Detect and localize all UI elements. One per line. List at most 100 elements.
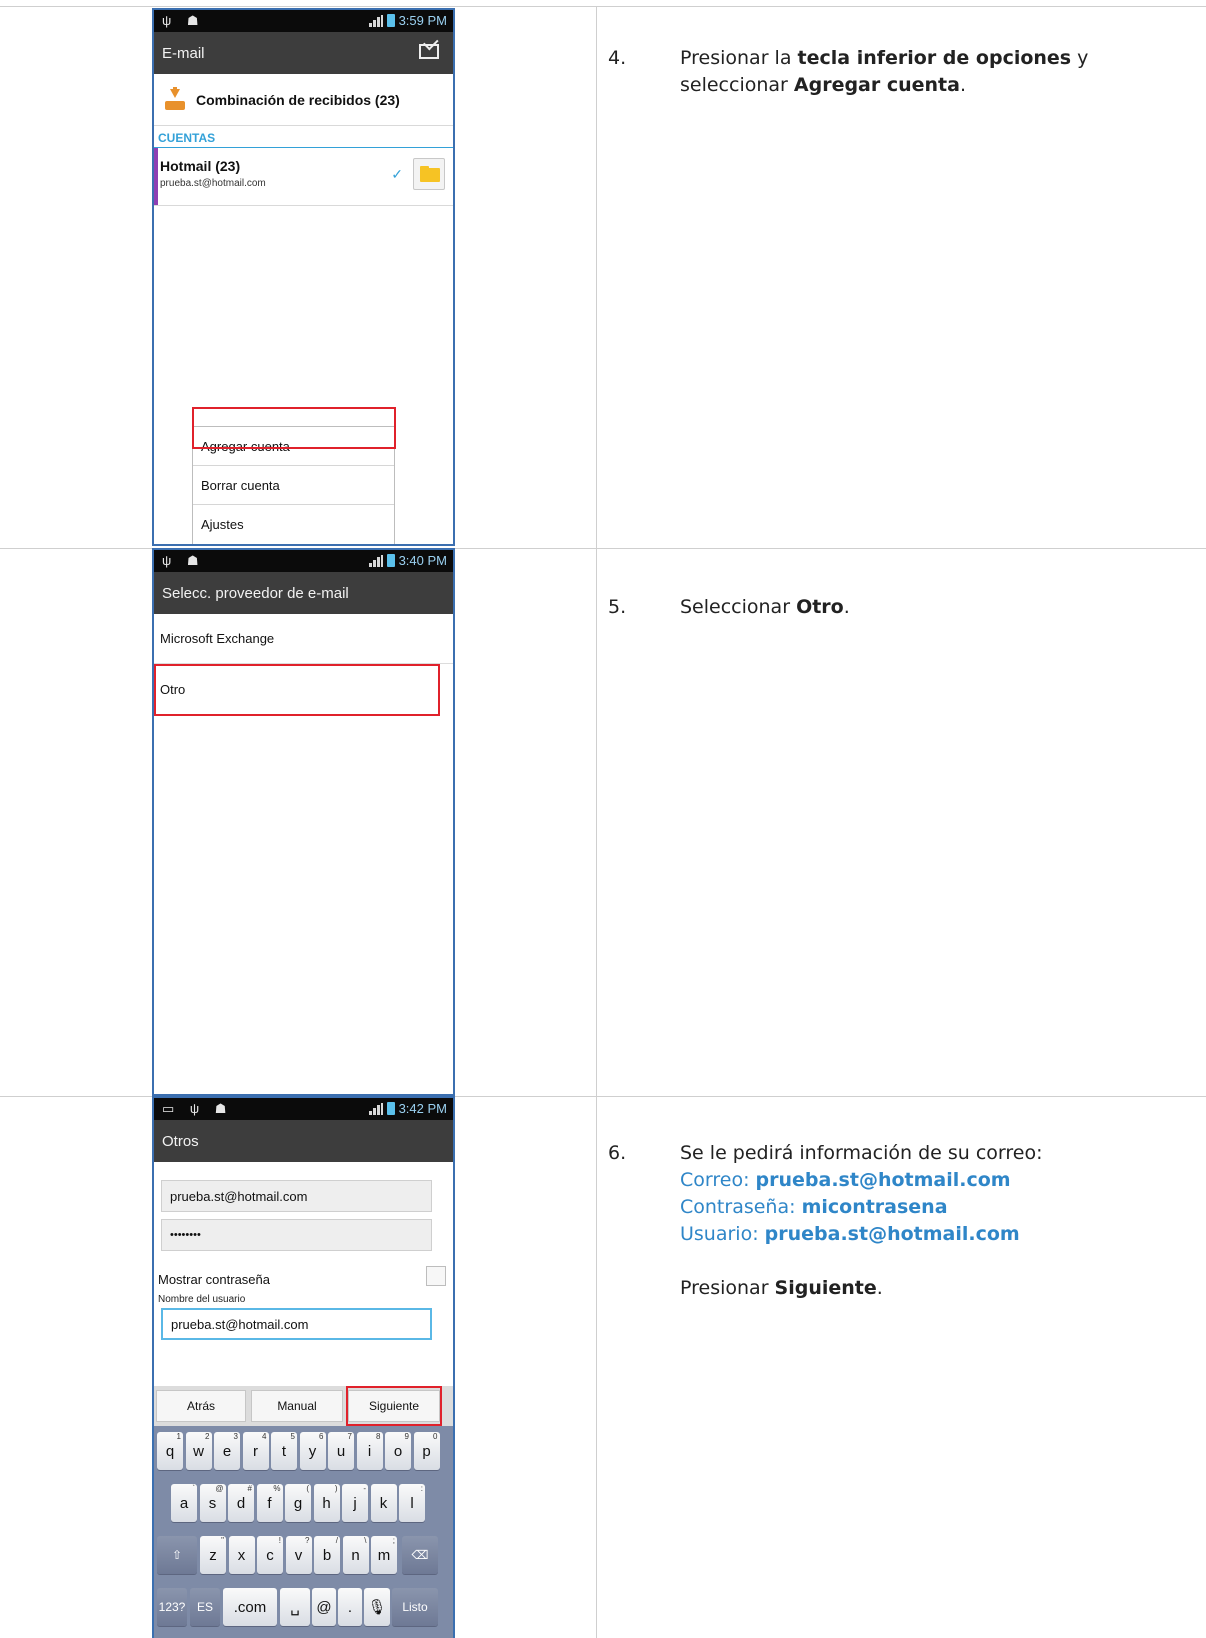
- status-time: 3:40 PM: [398, 553, 447, 568]
- manual-button[interactable]: Manual: [251, 1390, 343, 1422]
- status-right: 3:42 PM: [368, 1101, 447, 1116]
- show-password-label: Mostrar contraseña: [158, 1272, 270, 1287]
- language-key[interactable]: ES: [190, 1588, 220, 1626]
- highlight-box-next: [346, 1386, 442, 1426]
- key-b[interactable]: b /: [314, 1536, 340, 1574]
- key-g[interactable]: g(: [285, 1484, 311, 1522]
- key-m[interactable]: m;: [371, 1536, 397, 1574]
- step-text: Presionar la: [680, 47, 798, 69]
- checkmark-icon: ✓: [391, 166, 403, 182]
- combined-inbox-row[interactable]: Combinación de recibidos (23): [154, 74, 453, 126]
- user-line: Usuario: prueba.st@hotmail.com: [680, 1221, 1198, 1248]
- key-k[interactable]: k: [370, 1484, 397, 1522]
- key-i[interactable]: i8: [356, 1432, 383, 1470]
- password-field[interactable]: ••••••••: [161, 1219, 432, 1251]
- step-text: Presionar: [680, 1277, 775, 1299]
- period-key[interactable]: .: [338, 1588, 362, 1626]
- line-value: micontrasena: [801, 1196, 948, 1218]
- press-next-line: Presionar Siguiente.: [680, 1275, 1198, 1302]
- key-t[interactable]: t5: [271, 1432, 297, 1470]
- show-password-checkbox[interactable]: [426, 1266, 446, 1286]
- line-label: Correo:: [680, 1169, 756, 1191]
- step-bold-text: tecla inferior de opciones: [797, 47, 1072, 69]
- at-key[interactable]: @: [312, 1588, 336, 1626]
- key-y[interactable]: y6: [299, 1432, 326, 1470]
- key-h[interactable]: h): [313, 1484, 340, 1522]
- account-color-stripe: [154, 148, 158, 205]
- account-email: prueba.st@hotmail.com: [160, 178, 266, 189]
- signal-icon: [368, 554, 383, 567]
- step-number: 5.: [608, 596, 627, 618]
- symbols-key[interactable]: 123?: [157, 1588, 187, 1626]
- inbox-download-icon: [164, 86, 186, 111]
- key-a[interactable]: a `: [171, 1484, 197, 1522]
- username-label: Nombre del usuario: [158, 1294, 246, 1305]
- email-field[interactable]: prueba.st@hotmail.com: [161, 1180, 432, 1212]
- mic-key[interactable]: 🎙: [364, 1588, 390, 1626]
- key-v[interactable]: v?: [285, 1536, 312, 1574]
- dotcom-key[interactable]: .com: [223, 1588, 277, 1626]
- phone-screenshot-email-accounts: ψ ☗ 3:59 PM E-mail Combinación de recibi…: [152, 8, 455, 546]
- step-text: .: [959, 74, 967, 96]
- highlight-box-add-account: [192, 407, 396, 449]
- key-n[interactable]: n \: [342, 1536, 369, 1574]
- back-button[interactable]: Atrás: [156, 1390, 246, 1422]
- done-key[interactable]: Listo: [392, 1588, 438, 1626]
- battery-icon: [386, 554, 395, 567]
- key-c[interactable]: c!: [257, 1536, 283, 1574]
- battery-icon: [386, 1102, 395, 1115]
- table-divider-vertical: [596, 6, 597, 1638]
- username-field[interactable]: prueba.st@hotmail.com: [161, 1308, 432, 1340]
- key-p[interactable]: p0: [413, 1432, 440, 1470]
- menu-item-delete-account[interactable]: Borrar cuenta: [193, 466, 394, 505]
- keyboard-usb-android-icons: ▭ ψ ☗: [162, 1101, 233, 1116]
- step-4: 4. Presionar la tecla inferior de opcion…: [608, 45, 1198, 99]
- key-d[interactable]: d #: [228, 1484, 254, 1522]
- key-s[interactable]: s @: [199, 1484, 226, 1522]
- step-6: 6. Se le pedirá información de su correo…: [608, 1140, 1198, 1302]
- key-e[interactable]: e3: [214, 1432, 240, 1470]
- status-bar: ▭ ψ ☗ 3:42 PM: [154, 1098, 453, 1120]
- account-name: Hotmail (23): [160, 158, 241, 174]
- folder-button[interactable]: [413, 158, 445, 190]
- status-time: 3:42 PM: [398, 1101, 447, 1116]
- step-5: 5. Seleccionar Otro.: [608, 594, 1198, 621]
- step-number: 6.: [608, 1142, 627, 1164]
- usb-android-icons: ψ ☗: [162, 13, 205, 28]
- key-x[interactable]: x: [228, 1536, 255, 1574]
- line-value: prueba.st@hotmail.com: [755, 1169, 1011, 1191]
- step-number: 4.: [608, 47, 627, 69]
- combined-inbox-label: Combinación de recibidos (23): [196, 91, 400, 108]
- action-bar: E-mail: [154, 32, 453, 74]
- action-bar: Selecc. proveedor de e-mail: [154, 572, 453, 614]
- step-intro: Se le pedirá información de su correo:: [680, 1142, 1043, 1164]
- key-r[interactable]: r4: [242, 1432, 269, 1470]
- key-f[interactable]: f%: [256, 1484, 283, 1522]
- line-label: Contraseña:: [680, 1196, 802, 1218]
- backspace-key[interactable]: ⌫: [402, 1536, 438, 1574]
- step-bold-text: Siguiente: [774, 1277, 877, 1299]
- provider-microsoft-exchange[interactable]: Microsoft Exchange: [154, 614, 453, 664]
- password-line: Contraseña: micontrasena: [680, 1194, 1198, 1221]
- key-w[interactable]: w2: [185, 1432, 212, 1470]
- key-u[interactable]: u7: [328, 1432, 354, 1470]
- line-label: Usuario:: [680, 1223, 765, 1245]
- compose-envelope-icon[interactable]: [419, 34, 439, 59]
- phone-screenshot-account-form: ▭ ψ ☗ 3:42 PM Otros prueba.st@hotmail.co…: [152, 1096, 455, 1638]
- email-line: Correo: prueba.st@hotmail.com: [680, 1167, 1198, 1194]
- usb-android-icons: ψ ☗: [162, 553, 205, 568]
- key-j[interactable]: j-: [342, 1484, 368, 1522]
- key-l[interactable]: l:: [399, 1484, 425, 1522]
- key-o[interactable]: o9: [385, 1432, 411, 1470]
- key-q[interactable]: q1: [157, 1432, 183, 1470]
- action-bar: Otros: [154, 1120, 453, 1162]
- menu-item-settings[interactable]: Ajustes: [193, 505, 394, 544]
- step-text: Seleccionar: [680, 596, 797, 618]
- key-z[interactable]: z ": [200, 1536, 226, 1574]
- account-row-hotmail[interactable]: Hotmail (23) prueba.st@hotmail.com ✓: [154, 148, 453, 206]
- shift-key[interactable]: ⇧: [157, 1536, 197, 1574]
- phone-screenshot-select-provider: ψ ☗ 3:40 PM Selecc. proveedor de e-mail …: [152, 548, 455, 1096]
- status-bar: ψ ☗ 3:40 PM: [154, 550, 453, 572]
- step-bold-text: Otro: [796, 596, 844, 618]
- space-key[interactable]: ␣: [280, 1588, 310, 1626]
